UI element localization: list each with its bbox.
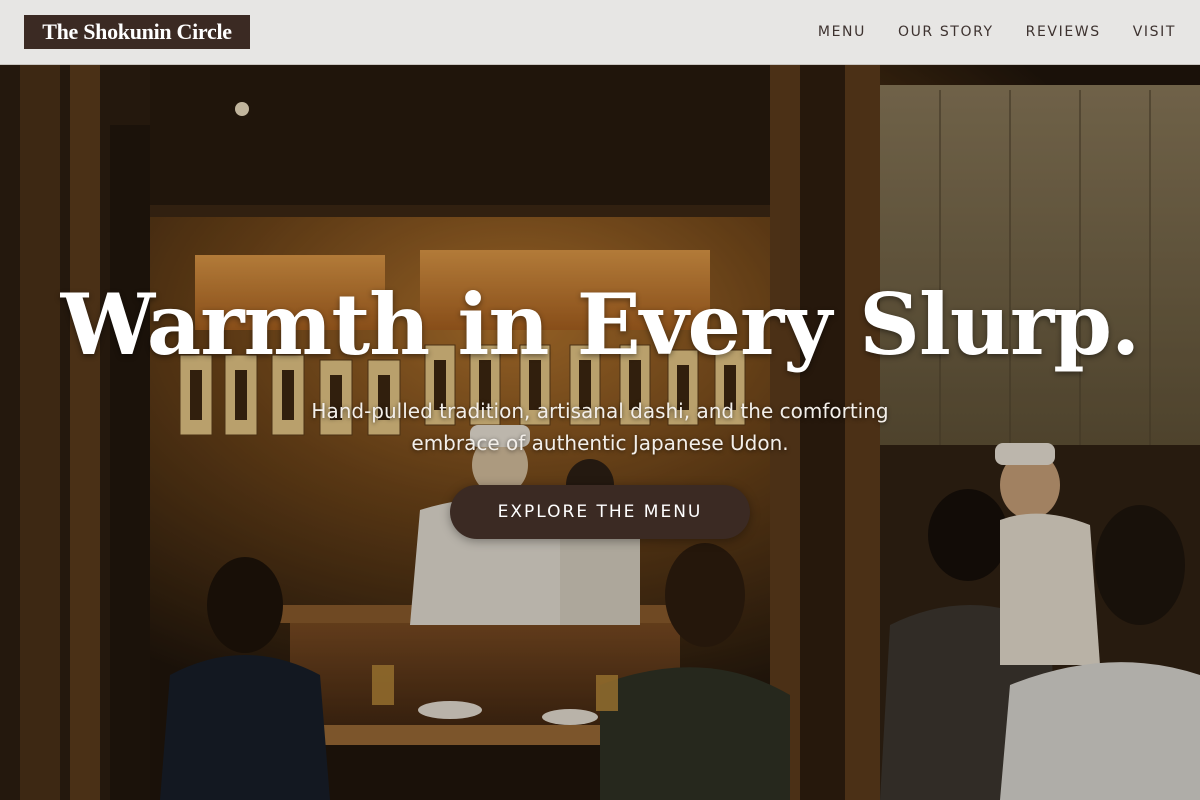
nav-link-reviews[interactable]: REVIEWS bbox=[1026, 24, 1101, 40]
nav-link-our-story[interactable]: OUR STORY bbox=[898, 24, 994, 40]
hero-section: Warmth in Every Slurp. Hand-pulled tradi… bbox=[0, 65, 1200, 800]
nav-link-visit[interactable]: VISIT bbox=[1133, 24, 1176, 40]
hero-tagline: Hand-pulled tradition, artisanal dashi, … bbox=[311, 399, 889, 455]
hero-headline: Warmth in Every Slurp. bbox=[60, 275, 1140, 374]
nav-link-menu[interactable]: MENU bbox=[818, 24, 866, 40]
brand-logo[interactable]: The Shokunin Circle bbox=[24, 15, 250, 49]
explore-menu-button[interactable]: EXPLORE THE MENU bbox=[450, 485, 750, 539]
site-header: The Shokunin Circle MENU OUR STORY REVIE… bbox=[0, 0, 1200, 65]
main-nav: MENU OUR STORY REVIEWS VISIT bbox=[818, 0, 1176, 64]
